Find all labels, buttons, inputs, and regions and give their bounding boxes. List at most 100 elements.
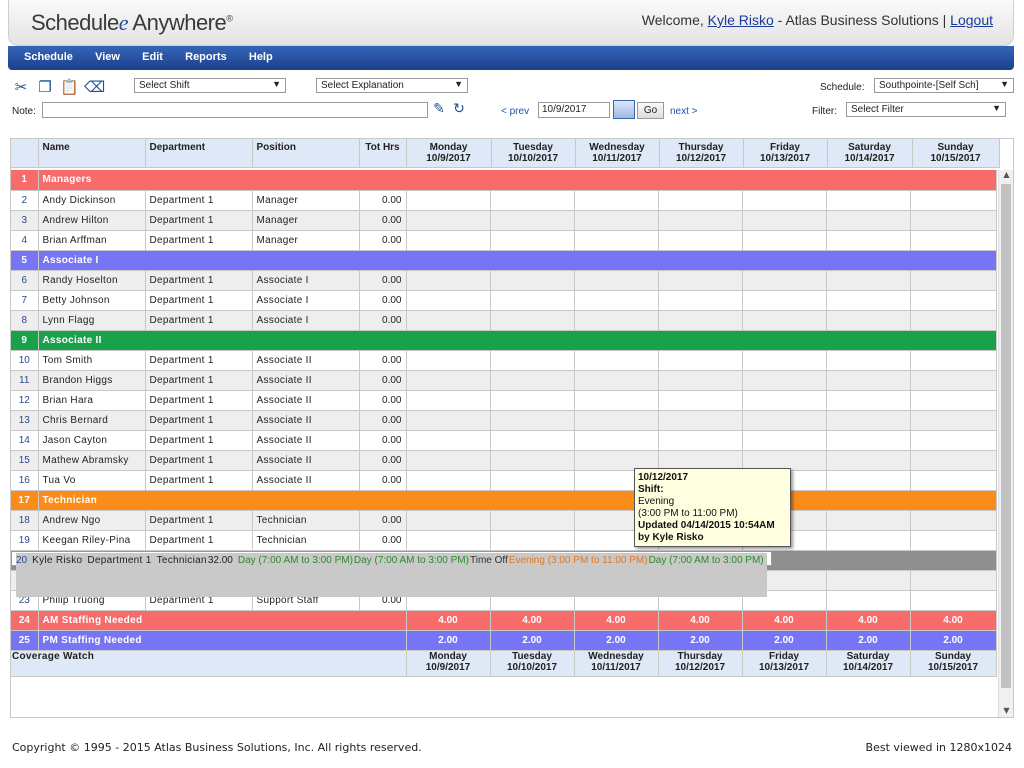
shift-cell[interactable] <box>490 370 575 391</box>
shift-cell[interactable] <box>406 190 491 211</box>
next-link[interactable]: next > <box>670 106 698 117</box>
employee-row[interactable]: 19 Keegan Riley-Pina Department 1 Technicia… <box>11 530 997 551</box>
shift-cell[interactable] <box>406 350 491 371</box>
col-day-monday[interactable]: Monday 10/9/2017 <box>406 139 492 168</box>
shift-cell[interactable] <box>910 350 997 371</box>
employee-name[interactable]: Brandon Higgs <box>38 370 146 391</box>
employee-row[interactable]: 13 Chris Bernard Department 1 Associate II 0… <box>11 410 997 431</box>
employee-name[interactable]: Brian Hara <box>38 390 146 411</box>
shift-cell[interactable] <box>490 470 575 491</box>
paste-icon[interactable]: 📋 <box>60 78 79 96</box>
employee-name[interactable]: Kyle Risko <box>27 552 84 597</box>
shift-cell[interactable] <box>574 310 659 331</box>
shift-cell[interactable] <box>574 290 659 311</box>
employee-row[interactable]: 18 Andrew Ngo Department 1 Technician 0.00 <box>11 510 997 531</box>
note-input[interactable] <box>42 102 428 118</box>
menu-edit[interactable]: Edit <box>142 46 163 63</box>
shift-cell[interactable] <box>826 370 911 391</box>
shift-cell[interactable] <box>826 470 911 491</box>
shift-cell[interactable] <box>910 410 997 431</box>
shift-cell[interactable] <box>742 290 827 311</box>
employee-name[interactable]: Andrew Ngo <box>38 510 146 531</box>
shift-cell[interactable] <box>406 310 491 331</box>
shift-cell[interactable] <box>406 510 491 531</box>
employee-row[interactable]: 14 Jason Cayton Department 1 Associate II 0.… <box>11 430 997 451</box>
go-button[interactable]: Go <box>637 102 664 119</box>
shift-cell[interactable] <box>910 590 997 611</box>
shift-cell[interactable] <box>826 590 911 611</box>
shift-cell[interactable] <box>574 270 659 291</box>
shift-cell[interactable] <box>910 390 997 411</box>
shift-cell[interactable] <box>490 190 575 211</box>
shift-cell[interactable] <box>910 310 997 331</box>
cut-icon[interactable]: ✂ <box>12 78 30 96</box>
shift-cell[interactable] <box>490 290 575 311</box>
employee-row[interactable]: 10 Tom Smith Department 1 Associate II 0.00 <box>11 350 997 371</box>
col-day-friday[interactable]: Friday 10/13/2017 <box>743 139 828 168</box>
shift-cell[interactable] <box>490 270 575 291</box>
employee-name[interactable]: Andy Dickinson <box>38 190 146 211</box>
shift-cell[interactable] <box>574 410 659 431</box>
employee-row[interactable]: 4 Brian Arffman Department 1 Manager 0.00 <box>11 230 997 251</box>
shift-cell[interactable] <box>826 230 911 251</box>
shift-cell[interactable] <box>574 350 659 371</box>
shift-cell[interactable] <box>658 290 743 311</box>
menu-schedule[interactable]: Schedule <box>24 46 73 63</box>
shift-cell[interactable] <box>406 430 491 451</box>
shift-cell[interactable] <box>826 350 911 371</box>
shift-cell[interactable] <box>826 450 911 471</box>
employee-name[interactable]: Lynn Flagg <box>38 310 146 331</box>
shift-cell[interactable] <box>406 450 491 471</box>
shift-cell[interactable] <box>658 270 743 291</box>
col-day-saturday[interactable]: Saturday 10/14/2017 <box>827 139 913 168</box>
shift-cell[interactable] <box>406 210 491 231</box>
shift-cell[interactable] <box>742 230 827 251</box>
employee-row[interactable]: 12 Brian Hara Department 1 Associate II 0.00 <box>11 390 997 411</box>
shift-cell[interactable] <box>574 370 659 391</box>
scrollbar-thumb[interactable] <box>1001 184 1011 688</box>
shift-cell[interactable] <box>490 350 575 371</box>
employee-row[interactable]: 20 Kyle Risko Department 1 Technician 32.00 D… <box>11 550 772 597</box>
shift-cell[interactable] <box>910 470 997 491</box>
shift-cell[interactable] <box>406 290 491 311</box>
group-row[interactable]: 17 Technician <box>11 490 997 511</box>
shift-cell[interactable] <box>490 410 575 431</box>
shift-cell[interactable] <box>765 552 767 597</box>
shift-cell[interactable] <box>658 210 743 231</box>
shift-cell[interactable] <box>490 430 575 451</box>
shift-cell[interactable] <box>406 530 491 551</box>
shift-cell[interactable] <box>826 390 911 411</box>
employee-row[interactable]: 15 Mathew Abramsky Department 1 Associate I… <box>11 450 997 471</box>
date-input[interactable]: 10/9/2017 <box>538 102 610 118</box>
scroll-up-icon[interactable]: ▲ <box>999 170 1013 182</box>
shift-cell[interactable] <box>826 530 911 551</box>
shift-cell[interactable]: Time Off <box>469 552 509 597</box>
col-day-tuesday[interactable]: Tuesday 10/10/2017 <box>491 139 576 168</box>
shift-cell[interactable] <box>910 570 997 591</box>
shift-cell[interactable] <box>658 190 743 211</box>
shift-cell[interactable] <box>742 430 827 451</box>
shift-cell[interactable] <box>742 190 827 211</box>
prev-link[interactable]: < prev <box>501 106 529 117</box>
shift-cell[interactable] <box>574 430 659 451</box>
employee-name[interactable]: Jason Cayton <box>38 430 146 451</box>
shift-cell[interactable] <box>910 290 997 311</box>
shift-cell[interactable] <box>658 370 743 391</box>
shift-cell[interactable] <box>826 410 911 431</box>
employee-name[interactable]: Tom Smith <box>38 350 146 371</box>
edit-note-icon[interactable]: ✎ <box>430 100 448 118</box>
shift-cell[interactable] <box>658 390 743 411</box>
shift-cell[interactable] <box>910 530 997 551</box>
shift-cell[interactable]: Day (7:00 AM to 3:00 PM) <box>648 552 765 597</box>
eraser-icon[interactable]: ⌫ <box>84 78 105 96</box>
shift-cell[interactable] <box>574 390 659 411</box>
employee-row[interactable]: 8 Lynn Flagg Department 1 Associate I 0.00 <box>11 310 997 331</box>
col-tot-hrs[interactable]: Tot Hrs <box>359 139 407 168</box>
col-day-wednesday[interactable]: Wednesday 10/11/2017 <box>575 139 660 168</box>
shift-cell[interactable] <box>406 390 491 411</box>
copy-icon[interactable]: ❐ <box>36 78 54 96</box>
menu-reports[interactable]: Reports <box>185 46 227 63</box>
shift-cell[interactable] <box>742 350 827 371</box>
shift-cell[interactable]: Evening (3:00 PM to 11:00 PM) <box>508 552 649 597</box>
shift-cell[interactable] <box>742 450 827 471</box>
